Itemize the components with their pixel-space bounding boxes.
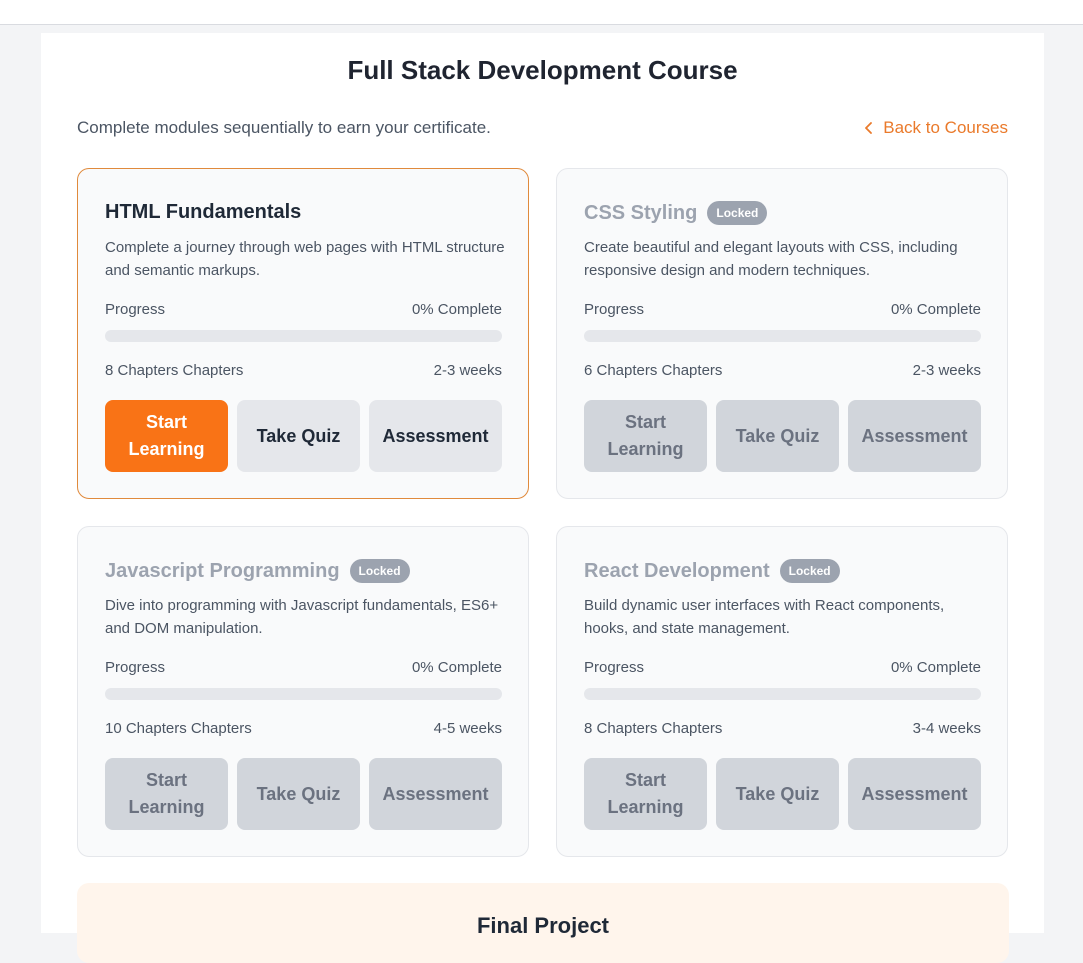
module-card-html: HTML Fundamentals Complete a journey thr… [77,168,529,499]
module-meta-row: 6 Chapters Chapters 2-3 weeks [584,362,981,379]
progress-label: Progress [584,659,645,676]
take-quiz-button[interactable]: Take Quiz [716,400,839,472]
module-title: CSS Styling [584,201,698,224]
locked-badge: Locked [707,201,768,225]
chevron-left-icon [865,122,873,134]
module-duration: 2-3 weeks [912,362,981,379]
start-learning-button[interactable]: Start Learning [584,400,707,472]
progress-row: Progress 0% Complete [105,659,502,676]
module-meta-row: 8 Chapters Chapters 2-3 weeks [105,362,502,379]
back-link-label: Back to Courses [883,118,1008,137]
final-project-title: Final Project [476,913,610,938]
assessment-button[interactable]: Assessment [369,758,502,830]
module-description: Dive into programming with Javascript fu… [105,597,499,637]
module-title: Javascript Programming [105,559,340,582]
module-actions: Start Learning Take Quiz Assessment [105,758,502,830]
progress-label: Progress [105,659,166,676]
module-title: HTML Fundamentals [105,201,302,223]
chapters-count: 6 Chapters Chapters [584,362,723,379]
module-header: CSS Styling Locked [584,201,768,225]
final-project-section: Final Project [77,883,1009,963]
module-card-javascript: Javascript Programming Locked Dive into … [77,526,529,857]
browser-top-bar [0,0,1083,25]
module-meta-row: 10 Chapters Chapters 4-5 weeks [105,720,502,737]
module-actions: Start Learning Take Quiz Assessment [584,758,981,830]
module-duration: 2-3 weeks [433,362,502,379]
page-title: Full Stack Development Course [347,55,738,85]
progress-percent: 0% Complete [411,301,502,318]
assessment-button[interactable]: Assessment [848,758,981,830]
progress-bar [105,330,502,342]
module-duration: 3-4 weeks [912,720,981,737]
module-header: HTML Fundamentals [105,201,301,224]
back-to-courses-link[interactable]: Back to Courses [864,118,1008,138]
module-card-react: React Development Locked Build dynamic u… [556,526,1008,857]
module-duration: 4-5 weeks [433,720,502,737]
take-quiz-button[interactable]: Take Quiz [237,758,360,830]
assessment-button[interactable]: Assessment [848,400,981,472]
page-subtitle: Complete modules sequentially to earn yo… [77,118,491,137]
chapters-count: 8 Chapters Chapters [105,362,244,379]
progress-bar [105,688,502,700]
module-actions: Start Learning Take Quiz Assessment [105,400,502,472]
take-quiz-button[interactable]: Take Quiz [237,400,360,472]
start-learning-button[interactable]: Start Learning [584,758,707,830]
start-learning-button[interactable]: Start Learning [105,400,228,472]
module-card-css: CSS Styling Locked Create beautiful and … [556,168,1008,499]
module-description: Complete a journey through web pages wit… [105,239,505,279]
module-title: React Development [584,559,770,582]
progress-percent: 0% Complete [890,301,981,318]
progress-row: Progress 0% Complete [105,301,502,318]
module-header: Javascript Programming Locked [105,559,410,583]
module-description: Build dynamic user interfaces with React… [584,597,945,637]
locked-badge: Locked [779,559,840,583]
module-header: React Development Locked [584,559,840,583]
progress-row: Progress 0% Complete [584,659,981,676]
progress-bar [584,688,981,700]
progress-bar [584,330,981,342]
take-quiz-button[interactable]: Take Quiz [716,758,839,830]
progress-label: Progress [584,301,645,318]
chapters-count: 10 Chapters Chapters [105,720,252,737]
module-actions: Start Learning Take Quiz Assessment [584,400,981,472]
assessment-button[interactable]: Assessment [369,400,502,472]
chapters-count: 8 Chapters Chapters [584,720,723,737]
course-panel: Full Stack Development Course Complete m… [41,33,1044,963]
progress-label: Progress [105,301,166,318]
module-description: Create beautiful and elegant layouts wit… [584,239,958,279]
module-meta-row: 8 Chapters Chapters 3-4 weeks [584,720,981,737]
start-learning-button[interactable]: Start Learning [105,758,228,830]
progress-percent: 0% Complete [890,659,981,676]
progress-row: Progress 0% Complete [584,301,981,318]
locked-badge: Locked [349,559,410,583]
progress-percent: 0% Complete [411,659,502,676]
